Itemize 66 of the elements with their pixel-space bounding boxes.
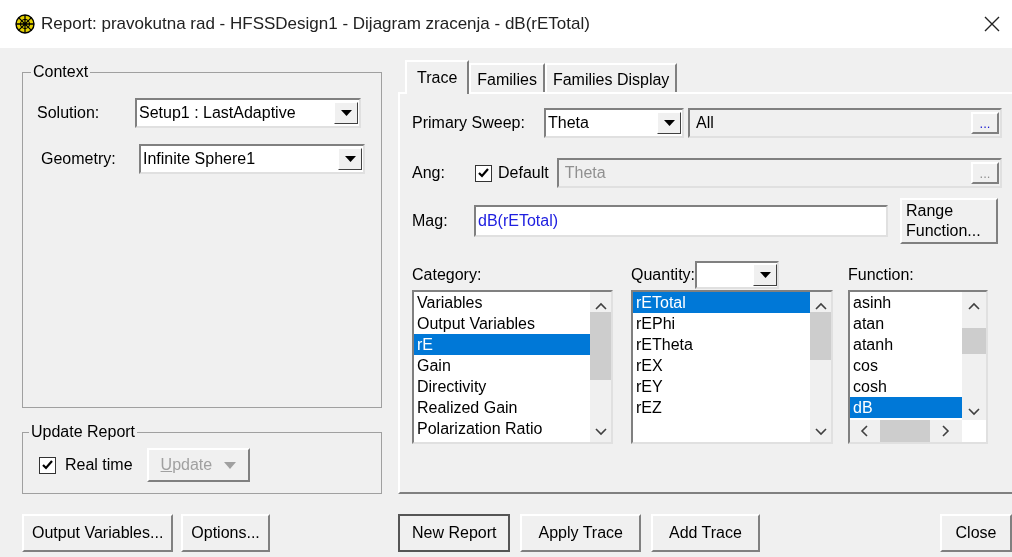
list-item[interactable]: Directivity (414, 376, 590, 397)
window-title: Report: pravokutna rad - HFSSDesign1 - Dijagram zracenja - dB(rETotal) (41, 13, 590, 36)
range-function-button[interactable]: Range Function... (900, 198, 998, 244)
dropdown-arrow-icon (344, 156, 356, 162)
checkbox[interactable] (39, 456, 56, 474)
browse-button[interactable]: ... (971, 112, 999, 134)
list-item[interactable]: Gain (414, 355, 590, 376)
sweep-range-field[interactable]: All ... (688, 108, 1002, 138)
dialog-button[interactable]: Output Variables... (22, 514, 174, 552)
dropdown-arrow-icon (340, 110, 352, 116)
scrollbar[interactable] (590, 292, 611, 442)
list-item[interactable]: cosh (850, 376, 962, 397)
list-item[interactable]: rEX (633, 355, 810, 376)
dropdown-field[interactable]: Setup1 : LastAdaptive (135, 98, 361, 128)
dialog-button[interactable]: Options... (181, 514, 270, 552)
dropdown-field[interactable]: Theta (544, 108, 684, 138)
dropdown-arrow-icon (663, 120, 675, 126)
list-item[interactable]: rETheta (633, 334, 810, 355)
list-item[interactable]: asinh (850, 292, 962, 313)
dropdown-button[interactable] (334, 102, 358, 124)
close-button[interactable]: Close (940, 514, 1012, 552)
field-label: Ang: (412, 163, 446, 183)
field-label: Geometry: (41, 149, 117, 169)
list-item[interactable]: cos (850, 355, 962, 376)
list-item[interactable]: rETotal (633, 292, 810, 313)
dropdown-button[interactable] (753, 264, 778, 286)
tab[interactable]: Families Display (544, 63, 678, 92)
checkbox-label: Default (498, 163, 549, 183)
list-item[interactable]: Variables (414, 292, 590, 313)
list-item[interactable]: rEY (633, 376, 810, 397)
list-item[interactable]: rEZ (633, 397, 810, 418)
field-label: Solution: (37, 103, 101, 123)
dropdown-button[interactable] (657, 112, 681, 134)
dialog-button[interactable]: Apply Trace (520, 514, 641, 552)
scrollbar-thumb[interactable] (962, 328, 986, 354)
close-icon[interactable] (984, 16, 1000, 32)
scrollbar[interactable] (810, 292, 831, 442)
field-label: Primary Sweep: (412, 113, 526, 133)
list-item[interactable]: Polarization Ratio (414, 418, 590, 439)
list-item[interactable]: dB (850, 397, 962, 418)
tab[interactable]: Trace (405, 60, 470, 94)
list-item[interactable]: atanh (850, 334, 962, 355)
dropdown-arrow-icon (759, 272, 771, 278)
app-logo-icon (15, 14, 35, 34)
tab[interactable]: Families (469, 63, 545, 92)
list-label: Quantity: (631, 265, 696, 285)
list-item[interactable]: rE (414, 334, 590, 355)
group-title: Update Report (30, 422, 137, 442)
dialog-button[interactable]: Add Trace (650, 514, 760, 552)
list-item[interactable]: atan (850, 313, 962, 334)
dropdown-button[interactable] (338, 148, 362, 170)
dropdown-arrow-icon (224, 461, 237, 469)
group-title: Context (32, 62, 90, 82)
list-item[interactable]: Output Variables (414, 313, 590, 334)
list-item[interactable]: rEPhi (633, 313, 810, 334)
checkbox-label: Real time (65, 455, 133, 475)
scrollbar[interactable] (962, 292, 986, 420)
magnitude-field[interactable]: dB(rETotal) (474, 205, 888, 237)
quantity-filter-dropdown[interactable] (695, 261, 780, 289)
field-label: Mag: (412, 211, 449, 231)
dialog-button[interactable]: New Report (398, 514, 511, 552)
scrollbar[interactable] (850, 420, 962, 442)
list-item[interactable]: Realized Gain (414, 397, 590, 418)
dropdown-field[interactable]: Infinite Sphere1 (139, 144, 365, 174)
list-label: Function: (848, 265, 915, 285)
list-label: Category: (412, 265, 483, 285)
